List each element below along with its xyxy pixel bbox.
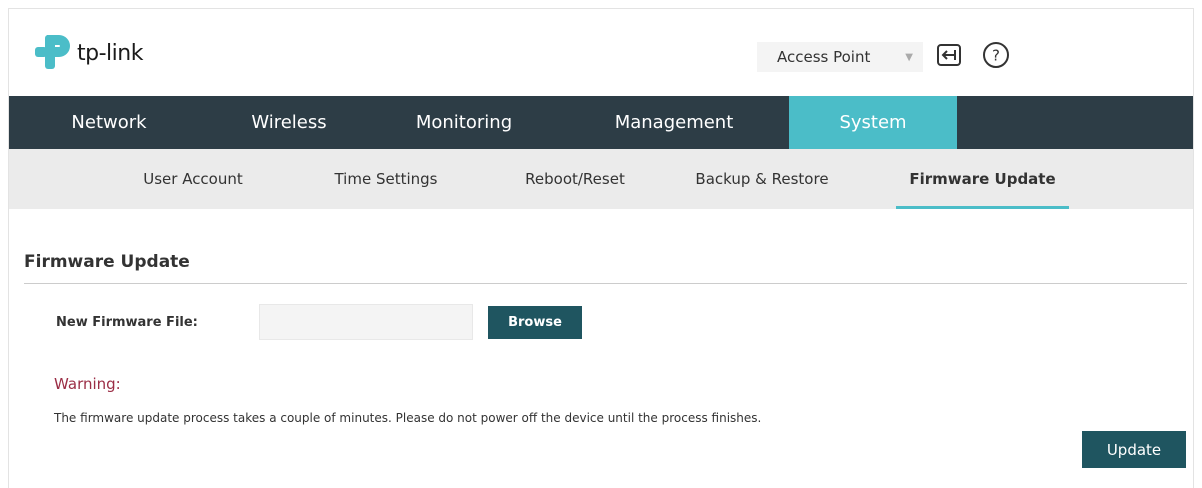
- tab-network[interactable]: Network: [9, 96, 209, 149]
- svg-text:?: ?: [992, 47, 1000, 65]
- mode-select[interactable]: Access Point ▼: [757, 42, 923, 72]
- firmware-file-label: New Firmware File:: [56, 315, 198, 330]
- tab-management-label: Management: [614, 112, 734, 133]
- tp-link-logo-icon: [35, 35, 70, 69]
- browse-button[interactable]: Browse: [488, 306, 582, 339]
- tab-monitoring[interactable]: Monitoring: [369, 96, 559, 149]
- subtab-backup-restore-label: Backup & Restore: [695, 170, 829, 188]
- chevron-down-icon: ▼: [905, 52, 913, 63]
- section-divider: [24, 283, 1187, 284]
- subtab-user-account-label: User Account: [143, 170, 243, 188]
- tp-link-logo: tp-link: [33, 28, 143, 78]
- main-nav: Network Wireless Monitoring Management S…: [9, 96, 1193, 149]
- tab-network-label: Network: [71, 112, 147, 133]
- tab-management[interactable]: Management: [559, 96, 789, 149]
- logout-icon[interactable]: [934, 40, 964, 70]
- subtab-firmware-update[interactable]: Firmware Update: [896, 149, 1069, 209]
- tab-system-label: System: [839, 112, 907, 133]
- sub-nav: User Account Time Settings Reboot/Reset …: [9, 149, 1193, 209]
- subtab-backup-restore[interactable]: Backup & Restore: [683, 149, 841, 209]
- subtab-user-account[interactable]: User Account: [137, 149, 249, 209]
- warning-title: Warning:: [54, 375, 121, 393]
- tab-monitoring-label: Monitoring: [415, 112, 513, 133]
- warning-text: The firmware update process takes a coup…: [54, 411, 762, 425]
- brand-name: tp-link: [77, 40, 143, 66]
- app-frame: tp-link Access Point ▼ ? Network Wireles…: [8, 8, 1194, 488]
- subtab-firmware-update-label: Firmware Update: [909, 170, 1056, 188]
- tab-system[interactable]: System: [789, 96, 957, 149]
- subtab-time-settings-label: Time Settings: [334, 170, 438, 188]
- tab-wireless[interactable]: Wireless: [209, 96, 369, 149]
- section-title: Firmware Update: [24, 252, 190, 272]
- mode-select-value: Access Point: [777, 48, 871, 66]
- update-button[interactable]: Update: [1082, 431, 1186, 468]
- firmware-file-input[interactable]: [259, 304, 473, 340]
- help-icon[interactable]: ?: [981, 40, 1011, 70]
- tab-wireless-label: Wireless: [251, 112, 327, 133]
- subtab-time-settings[interactable]: Time Settings: [321, 149, 451, 209]
- subtab-reboot-reset[interactable]: Reboot/Reset: [511, 149, 639, 209]
- header: tp-link Access Point ▼ ?: [9, 9, 1193, 96]
- subtab-reboot-reset-label: Reboot/Reset: [525, 170, 625, 188]
